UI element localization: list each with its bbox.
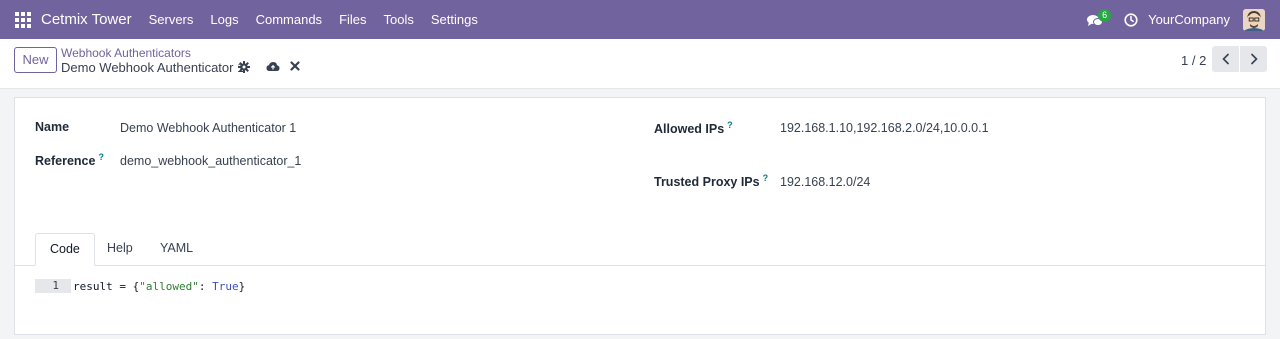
tab-help[interactable]: Help	[93, 233, 147, 266]
navbar-systray: 6 YourCompany	[1087, 0, 1280, 39]
breadcrumb-webhook-authenticators[interactable]: Webhook Authenticators	[61, 46, 191, 60]
clock-icon[interactable]	[1124, 12, 1138, 27]
menu-tools[interactable]: Tools	[384, 12, 414, 27]
chevron-right-icon	[1250, 53, 1258, 65]
menu-servers[interactable]: Servers	[149, 12, 194, 27]
menu-settings[interactable]: Settings	[431, 12, 478, 27]
pager-value[interactable]: 1 / 2	[1181, 53, 1206, 68]
notebook-tabs: Code Help YAML	[15, 233, 1265, 266]
record-title: Demo Webhook Authenticator 1	[61, 60, 245, 75]
pager-previous-button[interactable]	[1212, 46, 1239, 72]
name-label: Name	[35, 120, 70, 134]
chevron-left-icon	[1221, 53, 1229, 65]
tab-code[interactable]: Code	[35, 233, 95, 266]
allowed-ips-field[interactable]: 192.168.1.10,192.168.2.0/24,10.0.0.1	[780, 121, 989, 135]
reference-label: Reference?	[35, 152, 104, 169]
menu-logs[interactable]: Logs	[210, 12, 238, 27]
menu-commands[interactable]: Commands	[256, 12, 322, 27]
discard-close-icon[interactable]	[290, 61, 300, 71]
save-cloud-icon[interactable]	[266, 61, 280, 72]
form-sheet: Name Demo Webhook Authenticator 1 Refere…	[14, 97, 1266, 335]
messaging-menu[interactable]: 6	[1087, 8, 1112, 30]
reference-help-icon[interactable]: ?	[98, 152, 104, 162]
control-panel: New Webhook Authenticators Demo Webhook …	[0, 39, 1280, 89]
allowed-ips-help-icon[interactable]: ?	[727, 120, 733, 130]
pager-next-button[interactable]	[1240, 46, 1267, 72]
allowed-ips-label: Allowed IPs?	[654, 120, 733, 137]
trusted-proxy-ips-field[interactable]: 192.168.12.0/24	[780, 175, 870, 189]
trusted-proxy-help-icon[interactable]: ?	[763, 173, 769, 183]
code-line-text: result = {"allowed": True}	[73, 279, 246, 293]
menu-files[interactable]: Files	[339, 12, 366, 27]
chat-badge: 6	[1098, 8, 1112, 22]
top-navbar: Cetmix Tower Servers Logs Commands Files…	[0, 0, 1280, 39]
new-button[interactable]: New	[14, 47, 57, 73]
gear-icon[interactable]	[238, 61, 250, 73]
code-editor[interactable]: 1 result = {"allowed": True}	[35, 279, 245, 293]
tab-yaml[interactable]: YAML	[146, 233, 207, 266]
apps-grid-icon[interactable]	[15, 11, 31, 28]
trusted-proxy-ips-label: Trusted Proxy IPs?	[654, 173, 769, 190]
line-number: 1	[35, 279, 71, 293]
user-avatar[interactable]	[1243, 8, 1265, 31]
app-brand[interactable]: Cetmix Tower	[41, 11, 132, 28]
reference-field[interactable]: demo_webhook_authenticator_1	[120, 154, 301, 168]
company-switcher[interactable]: YourCompany	[1148, 12, 1230, 27]
name-field[interactable]: Demo Webhook Authenticator 1	[120, 121, 296, 135]
